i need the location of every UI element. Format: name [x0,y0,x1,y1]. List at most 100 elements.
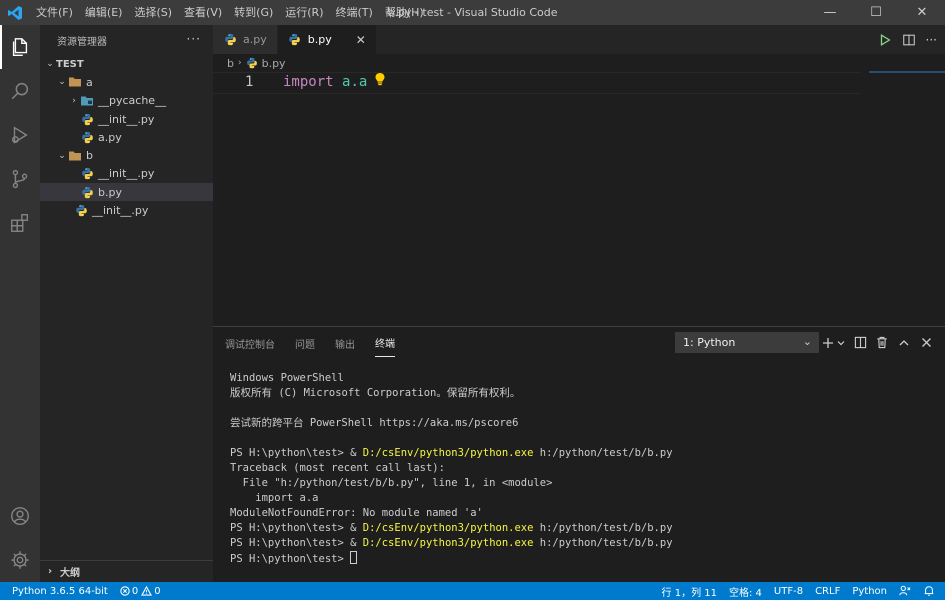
tree-folder[interactable]: ⌄ b [40,146,213,164]
tree-file[interactable]: __init__.py [40,165,213,183]
tab-a-py[interactable]: a.py [213,25,278,54]
tab-debug-console[interactable]: 调试控制台 [225,330,275,357]
tab-b-py[interactable]: b.py ✕ [277,25,377,54]
menu-item-2[interactable]: 选择(S) [128,0,178,25]
menu-item-3[interactable]: 查看(V) [178,0,228,25]
explorer-title: 资源管理器 [57,36,107,48]
python-file-icon [223,33,237,47]
language-mode-status[interactable]: Python [846,582,893,600]
status-bar: Python 3.6.5 64-bit 0 0 行 1，列 11 空格: 4 U… [0,582,945,600]
terminal-args: h:/python/test/b/b.py [533,447,673,459]
lightbulb-icon[interactable] [374,72,386,89]
tree-file[interactable]: __init__.py [40,110,213,128]
terminal-line: PS H:\python\test> & D:/csEnv/python3/py… [230,521,673,536]
tree-item-label: TEST [56,58,84,70]
explorer-root-folder[interactable]: ⌄ TEST [40,55,213,73]
python-interpreter-status[interactable]: Python 3.6.5 64-bit [0,582,114,600]
notifications-bell-icon[interactable] [917,582,945,600]
indentation-status[interactable]: 空格: 4 [723,582,768,600]
source-control-button[interactable] [0,157,40,201]
close-window-button[interactable]: ✕ [899,0,945,25]
tree-file[interactable]: __init__.py [40,201,213,219]
terminal-exe-path: D:/csEnv/python3/python.exe [362,447,534,459]
terminal-line: import a.a [230,492,319,504]
tree-file[interactable]: b.py [40,183,213,202]
terminal-cursor [350,551,358,564]
run-python-file-icon[interactable] [878,33,892,47]
tab-problems[interactable]: 问题 [295,330,315,357]
editor-more-icon[interactable]: ··· [926,33,937,47]
terminal-exe-path: D:/csEnv/python3/python.exe [362,537,534,549]
feedback-icon[interactable] [893,582,917,600]
tab-terminal[interactable]: 终端 [375,329,395,357]
minimap-slider[interactable] [869,71,945,73]
close-panel-icon[interactable] [919,336,933,350]
menu-item-0[interactable]: 文件(F) [30,0,79,25]
terminal-dropdown-icon[interactable] [837,336,845,350]
python-file-icon [80,185,94,199]
new-terminal-icon[interactable] [821,336,835,350]
close-tab-icon[interactable]: ✕ [356,33,366,47]
folder-open-icon [68,75,82,89]
terminal-line: PS H:\python\test> & D:/csEnv/python3/py… [230,446,673,461]
more-actions-icon[interactable]: ··· [187,32,201,46]
split-terminal-icon[interactable] [853,336,867,350]
maximize-panel-icon[interactable] [897,336,911,350]
terminal-prompt: PS H:\python\test> & [230,447,363,459]
menu-item-4[interactable]: 转到(G) [228,0,279,25]
editor-tabs: a.py b.py ✕ ··· [213,25,945,54]
tree-item-label: a [86,75,93,89]
search-button[interactable] [0,69,40,113]
code-line[interactable]: import a.a [283,74,367,90]
activity-bar-bottom [0,494,40,582]
outline-section[interactable]: › 大纲 [40,560,213,582]
outline-label: 大纲 [60,568,80,579]
eol-status[interactable]: CRLF [809,582,846,600]
breadcrumb-file[interactable]: b.py [262,57,286,70]
explorer-header: 资源管理器 ··· [40,25,213,55]
tree-item-label: a.py [98,130,122,144]
activity-bar [0,25,40,582]
menu-bar: 文件(F) 编辑(E) 选择(S) 查看(V) 转到(G) 运行(R) 终端(T) 帮助(H) [30,0,430,25]
tree-folder[interactable]: › __pycache__ [40,92,213,110]
menu-item-7[interactable]: 帮助(H) [379,0,430,25]
code-module: a.a [342,74,368,90]
menu-item-5[interactable]: 运行(R) [279,0,329,25]
python-file-icon [74,204,88,218]
settings-gear-icon [11,551,29,569]
extensions-button[interactable] [0,201,40,245]
tree-file[interactable]: a.py [40,128,213,146]
menu-item-6[interactable]: 终端(T) [330,0,379,25]
manage-button[interactable] [0,538,40,582]
account-button[interactable] [0,494,40,538]
split-editor-icon[interactable] [902,33,916,47]
explorer-button[interactable] [0,25,40,69]
chevron-down-icon: ⌄ [58,150,66,161]
bottom-panel: 调试控制台 问题 输出 终端 1: Python ⌄ Windows Power… [213,326,945,582]
minimize-button[interactable]: — [807,0,853,25]
terminal-prompt: PS H:\python\test> & [230,537,363,549]
problems-status[interactable]: 0 0 [114,582,167,600]
tab-output[interactable]: 输出 [335,330,355,357]
vscode-logo-icon[interactable] [0,0,30,25]
maximize-button[interactable]: ☐ [853,0,899,25]
menu-item-1[interactable]: 编辑(E) [79,0,129,25]
breadcrumb-folder[interactable]: b [227,57,234,70]
chevron-right-icon: › [72,95,76,106]
tree-folder[interactable]: ⌄ a [40,73,213,91]
tree-item-label: __init__.py [98,167,155,181]
cursor-position-status[interactable]: 行 1，列 11 [656,582,723,600]
terminal-output[interactable]: Windows PowerShell 版权所有 (C) Microsoft Cor… [230,371,673,566]
terminal-line: ModuleNotFoundError: No module named 'a' [230,507,483,519]
tab-label: b.py [307,33,332,46]
code-keyword: import [283,74,334,90]
encoding-status[interactable]: UTF-8 [768,582,809,600]
terminal-line: 版权所有 (C) Microsoft Corporation。保留所有权利。 [230,387,521,399]
terminal-line: PS H:\python\test> & D:/csEnv/python3/py… [230,536,673,551]
run-debug-button[interactable] [0,113,40,157]
terminal-exe-path: D:/csEnv/python3/python.exe [362,522,534,534]
terminal-line: Windows PowerShell [230,372,344,384]
terminal-select[interactable]: 1: Python ⌄ [675,332,819,353]
trash-icon[interactable] [875,336,889,350]
